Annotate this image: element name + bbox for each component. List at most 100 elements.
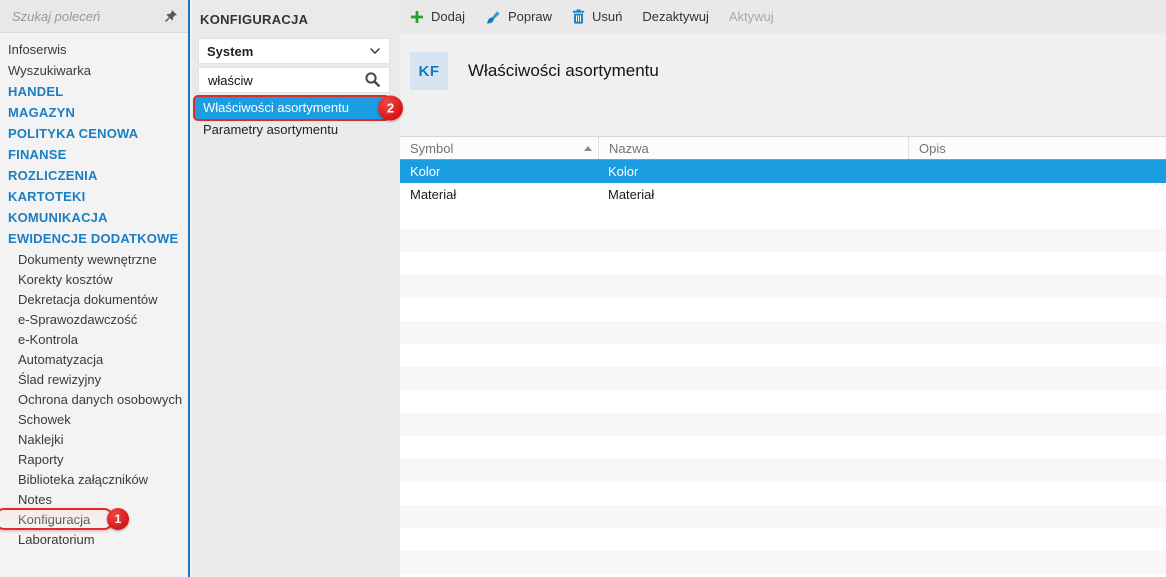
add-button[interactable]: Dodaj [410, 9, 465, 24]
sidebar-item-label: Notes [18, 491, 52, 507]
sidebar-item[interactable]: Konfiguracja 1 [0, 508, 188, 530]
search-icon[interactable] [364, 71, 382, 89]
sidebar-item-label: KOMUNIKACJA [8, 210, 108, 225]
sidebar-item-label: Ślad rewizyjny [18, 371, 102, 387]
sidebar-item-label: Schowek [18, 411, 71, 427]
table-column-header[interactable]: Nazwa [598, 137, 908, 159]
sidebar-menu: Infoserwis Wyszukiwarka HANDEL MAGAZYN P… [0, 33, 188, 549]
brush-icon [485, 9, 501, 24]
sidebar-item[interactable]: Automatyzacja [0, 349, 188, 369]
activate-button-label: Aktywuj [728, 9, 774, 24]
trash-icon [572, 9, 585, 24]
sidebar-item[interactable]: e-Kontrola [0, 329, 188, 349]
edit-button-label: Popraw [507, 9, 553, 24]
sidebar-item-label: Konfiguracja [18, 511, 91, 527]
sidebar-item[interactable]: Infoserwis [0, 39, 188, 60]
sidebar-item[interactable]: FINANSE [0, 144, 188, 165]
sidebar-item-label: Raporty [18, 451, 64, 467]
panel-item-label: Właściwości asortymentu [203, 100, 349, 115]
page-title: Właściwości asortymentu [468, 61, 659, 80]
sidebar-item[interactable]: Korekty kosztów [0, 269, 188, 289]
sidebar-item-label: Biblioteka załączników [18, 471, 149, 487]
table-header-row: Symbol Nazwa Opis [400, 136, 1166, 160]
table-row[interactable]: Materiał Materiał [400, 183, 1166, 206]
table-row[interactable]: Kolor Kolor [400, 160, 1166, 183]
sidebar-item-label: Infoserwis [8, 42, 67, 57]
sidebar-item-label: ROZLICZENIA [8, 168, 98, 183]
sidebar-item[interactable]: KOMUNIKACJA [0, 207, 188, 228]
sidebar-item-label: Korekty kosztów [18, 271, 113, 287]
panel-item-label: Parametry asortymentu [203, 122, 339, 137]
edit-button[interactable]: Popraw [485, 9, 552, 24]
column-label: Opis [919, 140, 946, 156]
sidebar-item-label: Naklejki [18, 431, 64, 447]
cell-symbol: Kolor [410, 164, 441, 179]
configuration-panel: KONFIGURACJA System Właściwości asortyme… [192, 0, 403, 577]
panel-result-list: Właściwości asortymentu 2 Parametry asor… [193, 95, 403, 141]
sidebar-item[interactable]: MAGAZYN [0, 102, 188, 123]
panel-list-item[interactable]: Parametry asortymentu [194, 119, 389, 141]
sort-asc-icon [584, 145, 592, 151]
sidebar-item-label: Automatyzacja [18, 351, 104, 367]
dropdown-value: System [207, 43, 254, 59]
sidebar-item[interactable]: HANDEL [0, 81, 188, 102]
pin-icon[interactable] [164, 9, 178, 23]
sidebar-item[interactable]: EWIDENCJE DODATKOWE [0, 228, 188, 249]
sidebar-item-label: Laboratorium [18, 531, 95, 547]
sidebar-item[interactable]: Notes [0, 489, 188, 509]
command-search-bar [0, 0, 188, 33]
sidebar-item[interactable]: Schowek [0, 409, 188, 429]
sidebar-item[interactable]: Ślad rewizyjny [0, 369, 188, 389]
command-search-input[interactable] [10, 7, 158, 25]
main-content: Dodaj Popraw Usuń Dezaktywuj Aktywuj KF … [400, 0, 1166, 577]
sidebar-item-label: FINANSE [8, 147, 67, 162]
delete-button-label: Usuń [592, 9, 623, 24]
module-badge: KF [410, 52, 448, 90]
sidebar-item-label: e-Kontrola [18, 331, 78, 347]
sidebar-item[interactable]: KARTOTEKI [0, 186, 188, 207]
sidebar-item[interactable]: POLITYKA CENOWA [0, 123, 188, 144]
sidebar-item-label: MAGAZYN [8, 105, 76, 120]
sidebar-item[interactable]: Dekretacja dokumentów [0, 289, 188, 309]
panel-search-bar [198, 67, 390, 93]
sidebar-item[interactable]: Ochrona danych osobowych [0, 389, 188, 409]
sidebar-item[interactable]: Laboratorium [0, 529, 188, 549]
column-label: Symbol [410, 140, 454, 156]
sidebar-item-label: Dokumenty wewnętrzne [18, 251, 157, 267]
page-header: KF Właściwości asortymentu [410, 52, 1166, 90]
panel-search-input[interactable] [206, 71, 364, 89]
table-column-header[interactable]: Opis [908, 137, 1166, 159]
sidebar-item-label: HANDEL [8, 84, 64, 99]
table-column-header[interactable]: Symbol [400, 137, 598, 159]
chevron-down-icon [369, 47, 381, 55]
sidebar-item-label: e-Sprawozdawczość [18, 311, 138, 327]
sidebar-item[interactable]: Naklejki [0, 429, 188, 449]
sidebar: Infoserwis Wyszukiwarka HANDEL MAGAZYN P… [0, 0, 190, 577]
sidebar-item[interactable]: Wyszukiwarka [0, 60, 188, 81]
deactivate-button-label: Dezaktywuj [642, 9, 709, 24]
table-empty-area [400, 206, 1166, 577]
sidebar-item-label: EWIDENCJE DODATKOWE [8, 231, 179, 246]
add-button-label: Dodaj [431, 9, 465, 24]
sidebar-item-label: KARTOTEKI [8, 189, 86, 204]
sidebar-item[interactable]: ROZLICZENIA [0, 165, 188, 186]
delete-button[interactable]: Usuń [572, 9, 622, 24]
column-label: Nazwa [609, 140, 649, 156]
cell-nazwa: Kolor [608, 164, 639, 179]
panel-list-item[interactable]: Właściwości asortymentu 2 [193, 95, 403, 121]
toolbar: Dodaj Popraw Usuń Dezaktywuj Aktywuj [400, 0, 1166, 33]
deactivate-button[interactable]: Dezaktywuj [642, 9, 708, 24]
plus-icon [410, 10, 424, 24]
sidebar-item[interactable]: Biblioteka załączników [0, 469, 188, 489]
sidebar-item[interactable]: Raporty [0, 449, 188, 469]
category-dropdown[interactable]: System [198, 38, 390, 64]
sidebar-item[interactable]: e-Sprawozdawczość [0, 309, 188, 329]
panel-title: KONFIGURACJA [200, 12, 309, 27]
sidebar-item[interactable]: Dokumenty wewnętrzne [0, 249, 188, 269]
step-1-badge: 1 [107, 508, 129, 530]
cell-nazwa: Materiał [608, 187, 655, 202]
sidebar-item-label: Wyszukiwarka [8, 63, 91, 78]
cell-symbol: Materiał [410, 187, 457, 202]
properties-table: Symbol Nazwa Opis Kolor Kolor Materiał M… [400, 136, 1166, 577]
step-2-badge: 2 [378, 95, 403, 121]
